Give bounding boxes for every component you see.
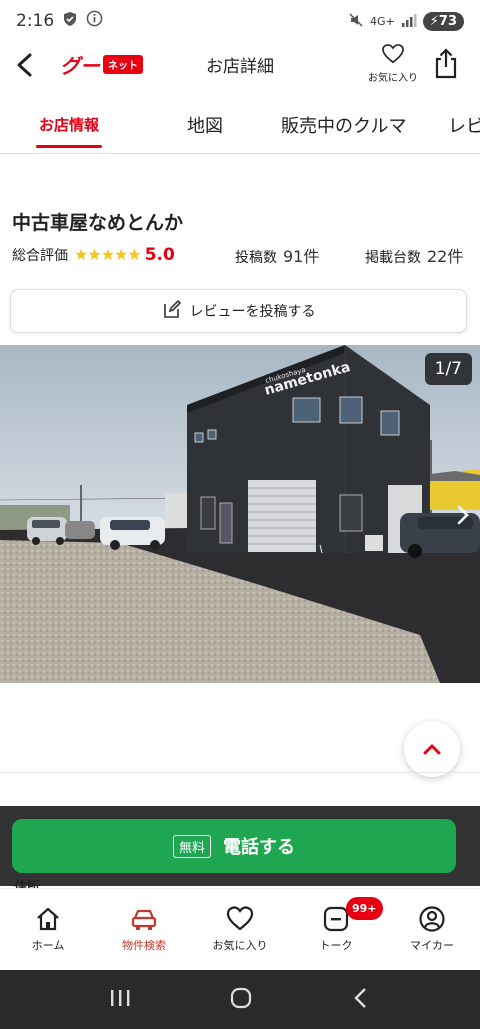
listings-label: 掲載台数: [365, 250, 421, 266]
call-button[interactable]: 無料 電話する: [12, 819, 456, 873]
battery-indicator: ⚡73: [422, 11, 464, 31]
favorite-button[interactable]: お気に入り: [366, 44, 420, 84]
info-icon: [86, 10, 103, 32]
shop-name: 中古車屋なめとんか: [12, 212, 184, 234]
bottom-navigation: ホーム 物件検索 お気に入り 99+ トーク マイカー: [0, 888, 480, 970]
tab-shop-info[interactable]: お店情報: [35, 100, 103, 153]
nav-search-label: 物件検索: [122, 939, 166, 952]
share-icon[interactable]: [432, 48, 462, 80]
shop-stats: 総合評価 ★★★★★ 5.0 投稿数 91件 掲載台数 22件: [12, 244, 468, 266]
app-header: グー ネット お店詳細 お気に入り: [0, 42, 480, 88]
user-icon: [419, 906, 445, 932]
posts-count: 91件: [283, 247, 320, 266]
nav-talk-label: トーク: [319, 939, 353, 952]
scroll-to-top-button[interactable]: [404, 721, 460, 777]
write-review-label: レビューを投稿する: [189, 304, 316, 320]
nav-mycar[interactable]: マイカー: [384, 889, 480, 970]
heart-icon: [382, 44, 404, 64]
nav-search[interactable]: 物件検索: [96, 889, 192, 970]
recent-apps-icon[interactable]: [109, 988, 131, 1012]
free-badge: 無料: [172, 834, 211, 858]
system-navigation-bar: [0, 970, 480, 1029]
listings-count: 22件: [427, 247, 464, 266]
home-button-icon[interactable]: [229, 986, 253, 1014]
car-icon: [131, 909, 157, 930]
call-label: 電話する: [223, 837, 295, 858]
write-review-button[interactable]: レビューを投稿する: [10, 289, 467, 333]
shop-photo: chukoshaya nametonka: [0, 345, 480, 683]
status-time: 2:16: [16, 11, 55, 31]
section-divider: [0, 772, 480, 773]
talk-unread-badge: 99+: [346, 897, 383, 920]
rating-label: 総合評価: [12, 248, 68, 264]
shop-photo-gallery[interactable]: chukoshaya nametonka 1/7: [0, 345, 480, 683]
posts-label: 投稿数: [235, 250, 277, 266]
network-label: 4G+: [370, 14, 395, 28]
nav-favorites-label: お気に入り: [212, 939, 268, 952]
rating-value: 5.0: [144, 245, 175, 265]
tab-reviews[interactable]: レビ: [448, 100, 480, 153]
mute-icon: [348, 12, 364, 31]
nav-mycar-label: マイカー: [410, 939, 454, 952]
photo-counter: 1/7: [424, 353, 472, 385]
nav-favorites[interactable]: お気に入り: [192, 889, 288, 970]
shop-tabs: お店情報 地図 販売中のクルマ レビ: [0, 100, 480, 154]
shield-icon: [62, 11, 78, 32]
favorite-label: お気に入り: [368, 73, 418, 84]
rating-stars: ★★★★★: [74, 245, 142, 264]
home-icon: [37, 907, 59, 931]
tab-cars-for-sale[interactable]: 販売中のクルマ: [281, 100, 406, 153]
back-nav-icon[interactable]: [351, 986, 371, 1014]
nav-talk[interactable]: 99+ トーク: [288, 889, 384, 970]
chevron-up-icon: [423, 744, 441, 755]
nav-home[interactable]: ホーム: [0, 889, 96, 970]
tab-map[interactable]: 地図: [187, 100, 223, 153]
chevron-right-icon[interactable]: [452, 501, 474, 529]
nav-home-label: ホーム: [31, 939, 65, 952]
edit-icon: [162, 299, 182, 323]
heart-icon: [226, 906, 254, 931]
call-bar: 無料 電話する: [0, 806, 480, 886]
signal-icon: [401, 13, 417, 30]
status-bar: 2:16 4G+ ⚡73: [0, 0, 480, 42]
